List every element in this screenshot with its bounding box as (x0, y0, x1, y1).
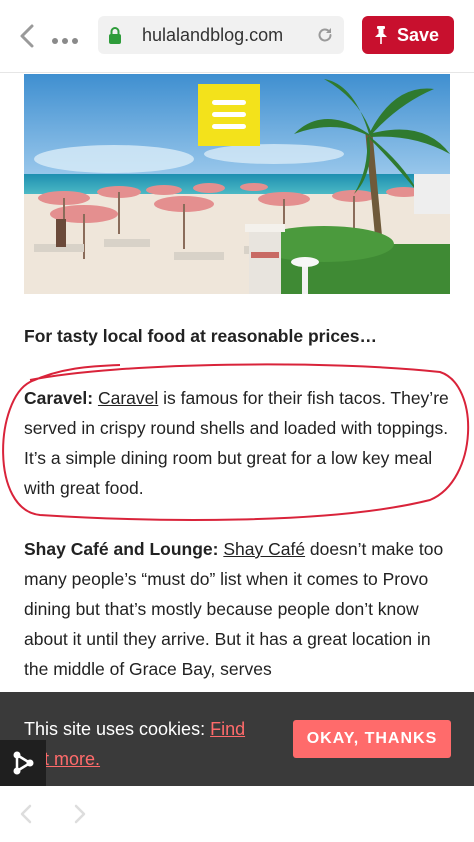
nav-forward-icon[interactable] (72, 804, 88, 824)
url-text: hulalandblog.com (142, 25, 284, 45)
browser-toolbar: hulalandblog.com Save (0, 0, 474, 73)
save-label: Save (397, 25, 440, 45)
shay-text: doesn’t make too many people’s “must do”… (24, 539, 444, 679)
back-arrow-icon (20, 24, 34, 48)
address-bar[interactable]: hulalandblog.com (98, 16, 344, 54)
cookie-text: This site uses cookies: (24, 719, 211, 739)
shay-label: Shay Café and Lounge: (24, 539, 219, 559)
cookie-message: This site uses cookies: Find out more. (24, 714, 274, 774)
caravel-link[interactable]: Caravel (98, 388, 158, 408)
cookie-banner: This site uses cookies: Find out more. O… (0, 692, 474, 786)
caravel-label: Caravel: (24, 388, 94, 408)
pinterest-save-button[interactable]: Save (362, 16, 454, 54)
bottom-navigation (0, 786, 474, 842)
shay-paragraph: Shay Café and Lounge: Shay Café doesn’t … (24, 534, 454, 684)
more-dot (72, 38, 78, 44)
caravel-paragraph: Caravel: Caravel is famous for their fis… (24, 383, 454, 503)
pin-icon (375, 26, 387, 44)
shay-link[interactable]: Shay Café (223, 539, 305, 559)
nav-back-icon[interactable] (18, 804, 34, 824)
section-heading: For tasty local food at reasonable price… (24, 326, 378, 346)
page: hulalandblog.com Save For tasty local fo… (0, 0, 474, 842)
lock-icon (109, 27, 121, 44)
hamburger-line (212, 124, 246, 129)
share-icon (13, 751, 34, 775)
reload-icon[interactable] (316, 26, 334, 44)
okay-thanks-button[interactable]: OKAY, THANKS (293, 720, 451, 758)
hamburger-line (212, 112, 246, 117)
back-button[interactable] (16, 22, 40, 50)
more-options-button[interactable] (52, 31, 82, 44)
hamburger-menu-icon (212, 100, 246, 105)
hamburger-menu-button[interactable] (198, 84, 260, 146)
share-button[interactable] (0, 740, 46, 786)
more-dots-icon (52, 38, 58, 44)
more-dot (62, 38, 68, 44)
